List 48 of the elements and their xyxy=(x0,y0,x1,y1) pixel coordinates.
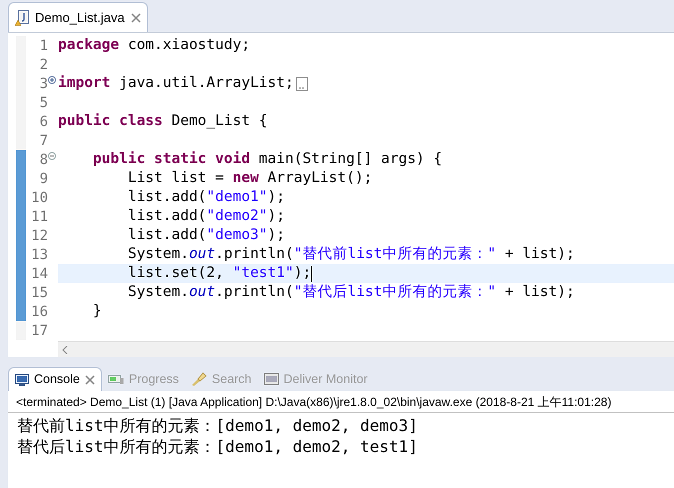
panel-tab[interactable]: Console xyxy=(8,367,102,391)
console-header: <terminated> Demo_List (1) [Java Application] D:\Java(x86)\jre1.8.0_02\bin\javaw.exe (2018-8-21 上午11:01:28) xyxy=(8,391,674,413)
code-line: list.add("demo2"); xyxy=(126,207,286,226)
line-number: 10 xyxy=(31,190,48,204)
line-number: 5 xyxy=(40,96,48,110)
code-line: import java.util.ArrayList; xyxy=(58,74,674,93)
console-output-line: 替代前list中所有的元素：[demo1, demo2, demo3] xyxy=(17,415,419,436)
text-cursor xyxy=(311,266,312,282)
editor-tab[interactable]: Demo_List.java xyxy=(8,2,148,32)
code-line: list.add("demo1"); xyxy=(126,188,286,207)
line-number: 13 xyxy=(31,248,48,262)
code-line: System.out.println("替代前list中所有的元素：" + list); xyxy=(126,245,576,264)
line-number: 17 xyxy=(31,324,48,338)
monitor-icon xyxy=(15,374,29,386)
line-number: 7 xyxy=(40,134,48,148)
line-number: 11 xyxy=(31,210,48,224)
panel-tab[interactable]: Deliver Monitor xyxy=(258,367,374,391)
progress-icon xyxy=(108,373,124,385)
line-number: 9 xyxy=(40,172,48,186)
panel-tab[interactable]: Progress xyxy=(102,367,185,391)
panel-icon xyxy=(264,373,279,385)
code-line: } xyxy=(92,302,103,321)
java-file-icon xyxy=(15,10,29,26)
line-number: 14 xyxy=(31,266,48,280)
code-line: public static void main(String[] args) { xyxy=(92,150,444,169)
code-line: public class Demo_List { xyxy=(58,112,269,131)
collapse-icon[interactable] xyxy=(48,152,56,160)
line-number: 6 xyxy=(40,114,48,128)
flashlight-icon xyxy=(190,372,207,386)
horizontal-scrollbar[interactable] xyxy=(58,341,674,357)
folded-code-marker-icon[interactable] xyxy=(296,76,308,90)
line-number: 8 xyxy=(40,152,48,166)
console-output-line: 替代后list中所有的元素：[demo1, demo2, test1] xyxy=(17,436,419,457)
code-line: package com.xiaostudy; xyxy=(58,36,252,55)
expand-icon[interactable] xyxy=(48,76,56,84)
scroll-left-icon[interactable] xyxy=(62,346,68,354)
code-line: List list = new ArrayList(); xyxy=(126,169,374,188)
close-icon[interactable] xyxy=(84,374,95,384)
panel-tab[interactable]: Search xyxy=(184,367,258,391)
line-number: 3 xyxy=(40,76,48,90)
line-number: 16 xyxy=(31,304,48,318)
line-number: 2 xyxy=(40,58,48,72)
line-number: 1 xyxy=(40,38,48,52)
line-number: 12 xyxy=(31,228,48,242)
code-line: list.add("demo3"); xyxy=(126,226,286,245)
close-icon[interactable] xyxy=(130,12,141,22)
line-number: 15 xyxy=(31,286,48,300)
code-line: System.out.println("替代后list中所有的元素：" + list); xyxy=(126,283,576,302)
